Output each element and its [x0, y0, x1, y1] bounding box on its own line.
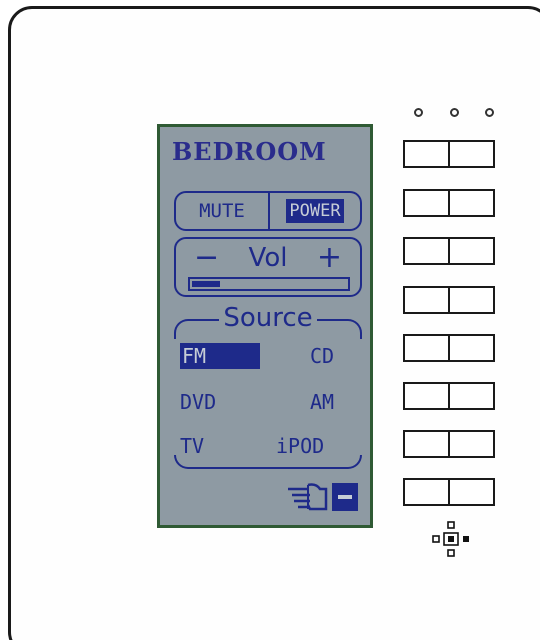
mute-button[interactable]: MUTE [174, 191, 270, 231]
keypad-button[interactable] [403, 334, 450, 362]
source-option-am[interactable]: AM [310, 389, 334, 415]
led-indicator [449, 108, 459, 117]
volume-up-button[interactable]: + [317, 243, 342, 273]
keypad-row [403, 382, 495, 410]
keypad-button[interactable] [450, 478, 495, 506]
keypad-row [403, 430, 495, 458]
keypad-row [403, 478, 495, 506]
keypad-button[interactable] [403, 478, 450, 506]
volume-label: Vol [248, 243, 288, 273]
room-title: BEDROOM [172, 137, 327, 166]
keypad-row [403, 286, 495, 314]
ir-sensor-icon [432, 521, 469, 557]
led-indicator [414, 108, 423, 117]
keypad-button[interactable] [450, 286, 495, 314]
source-option-dvd[interactable]: DVD [180, 389, 216, 415]
volume-down-button[interactable]: − [194, 243, 219, 273]
keypad-row [403, 189, 495, 217]
pointing-hand-icon [288, 483, 328, 511]
keypad-button[interactable] [403, 286, 450, 314]
keypad-button[interactable] [403, 430, 450, 458]
source-option-fm[interactable]: FM [180, 343, 260, 369]
keypad-row [403, 334, 495, 362]
keypad-button[interactable] [450, 382, 495, 410]
source-option-cd[interactable]: CD [310, 343, 334, 369]
minus-icon[interactable] [332, 483, 358, 511]
lcd-screen: BEDROOM MUTE POWER − Vol + Source FM CD … [157, 124, 373, 528]
keypad-button[interactable] [450, 189, 495, 217]
power-button[interactable]: POWER [270, 191, 362, 231]
source-title: Source [160, 303, 376, 333]
source-title-label: Source [219, 303, 317, 333]
source-frame-bottom [174, 455, 362, 469]
keypad-button[interactable] [403, 237, 450, 265]
power-button-label: POWER [286, 199, 344, 223]
keypad-row [403, 237, 495, 265]
keypad-button[interactable] [403, 189, 450, 217]
keypad-button[interactable] [403, 382, 450, 410]
keypad-button[interactable] [450, 430, 495, 458]
volume-level-bar[interactable] [188, 277, 350, 291]
volume-control: − Vol + [174, 237, 362, 297]
keypad-row [403, 140, 495, 168]
keypad-button[interactable] [450, 334, 495, 362]
keypad-button[interactable] [450, 237, 495, 265]
led-indicators [414, 108, 494, 117]
keypad-button[interactable] [403, 140, 450, 168]
led-indicator [485, 108, 494, 117]
keypad-button[interactable] [450, 140, 495, 168]
volume-level-fill [192, 281, 220, 287]
